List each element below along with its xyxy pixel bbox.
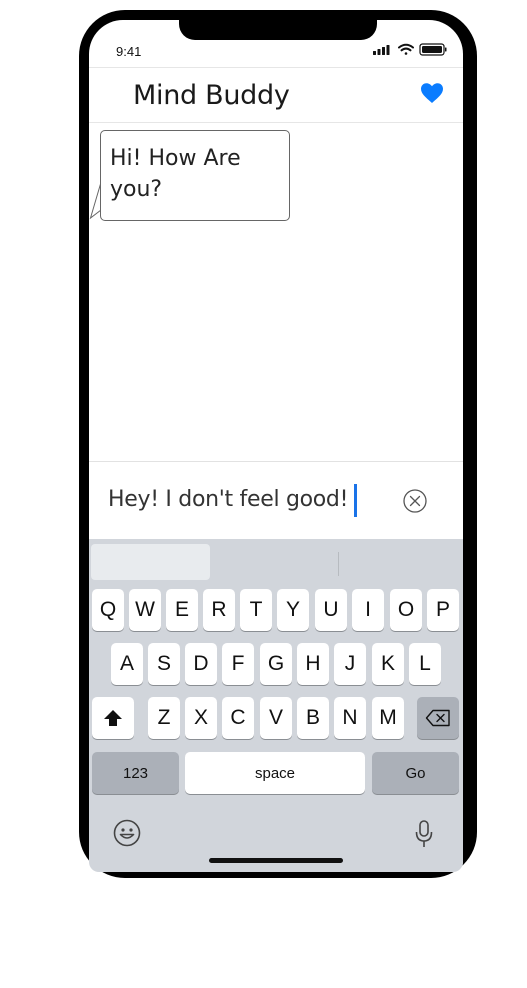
key-l[interactable]: L	[409, 643, 441, 685]
text-cursor	[354, 484, 357, 517]
key-b[interactable]: B	[297, 697, 329, 739]
chat-bubble: Hi! How Are you?	[100, 130, 290, 221]
key-v[interactable]: V	[260, 697, 292, 739]
clear-icon[interactable]	[402, 488, 428, 514]
key-p[interactable]: P	[427, 589, 459, 631]
key-d[interactable]: D	[185, 643, 217, 685]
key-y[interactable]: Y	[277, 589, 309, 631]
numbers-key[interactable]: 123	[92, 752, 179, 794]
keyboard: Q W E R T Y U I O P A S D F G H J K L Z …	[89, 539, 463, 872]
key-o[interactable]: O	[390, 589, 422, 631]
suggestion-divider	[338, 552, 339, 576]
key-w[interactable]: W	[129, 589, 161, 631]
shift-key[interactable]	[92, 697, 134, 739]
status-icons	[373, 43, 447, 56]
key-s[interactable]: S	[148, 643, 180, 685]
key-m[interactable]: M	[372, 697, 404, 739]
backspace-icon	[425, 709, 450, 727]
key-z[interactable]: Z	[148, 697, 180, 739]
key-a[interactable]: A	[111, 643, 143, 685]
app-title: Mind Buddy	[133, 80, 290, 111]
key-k[interactable]: K	[372, 643, 404, 685]
key-t[interactable]: T	[240, 589, 272, 631]
suggestion-slot[interactable]	[91, 544, 210, 580]
key-h[interactable]: H	[297, 643, 329, 685]
shift-icon	[104, 710, 122, 726]
key-f[interactable]: F	[222, 643, 254, 685]
key-e[interactable]: E	[166, 589, 198, 631]
key-n[interactable]: N	[334, 697, 366, 739]
notch	[179, 20, 377, 40]
status-time: 9:41	[116, 44, 142, 59]
chat-message-text: Hi! How Are you?	[110, 146, 241, 202]
wifi-icon	[398, 43, 414, 55]
backspace-key[interactable]	[417, 697, 459, 739]
message-input-bar[interactable]: Hey! I don't feel good!	[89, 461, 463, 539]
heart-icon[interactable]	[420, 82, 444, 104]
mic-icon[interactable]	[414, 819, 434, 849]
battery-icon	[419, 43, 447, 56]
key-u[interactable]: U	[315, 589, 347, 631]
app-header: Mind Buddy	[89, 67, 463, 123]
phone-screen: 9:41 Mind Buddy Hi! How Are you? Hey! I …	[89, 20, 463, 872]
home-indicator	[209, 858, 343, 863]
key-q[interactable]: Q	[92, 589, 124, 631]
key-g[interactable]: G	[260, 643, 292, 685]
key-r[interactable]: R	[203, 589, 235, 631]
space-key[interactable]: space	[185, 752, 365, 794]
message-input[interactable]: Hey! I don't feel good!	[108, 487, 348, 512]
signal-icon	[373, 45, 390, 55]
key-c[interactable]: C	[222, 697, 254, 739]
key-j[interactable]: J	[334, 643, 366, 685]
emoji-icon[interactable]	[113, 819, 141, 847]
key-x[interactable]: X	[185, 697, 217, 739]
key-i[interactable]: I	[352, 589, 384, 631]
go-key[interactable]: Go	[372, 752, 459, 794]
